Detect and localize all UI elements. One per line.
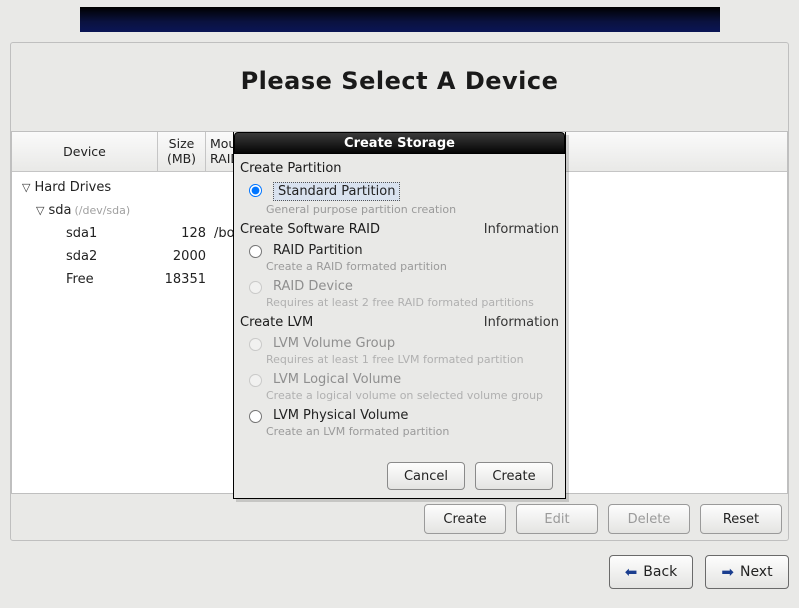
arrow-right-icon: ➡ xyxy=(721,563,734,581)
opt-desc: Create a RAID formated partition xyxy=(266,260,559,273)
option-raid-partition[interactable]: RAID Partition xyxy=(244,243,559,258)
expand-icon[interactable]: ▽ xyxy=(36,204,44,217)
section-label: Create Software RAID xyxy=(240,222,380,237)
radio-lvm-vg xyxy=(249,338,262,351)
dialog-cancel-button[interactable]: Cancel xyxy=(387,462,465,490)
sda-path: (/dev/sda) xyxy=(74,204,130,217)
expand-icon[interactable]: ▽ xyxy=(22,181,30,194)
back-button[interactable]: ⬅ Back xyxy=(609,555,693,589)
opt-desc: Create an LVM formated partition xyxy=(266,425,559,438)
raid-info-link[interactable]: Information xyxy=(484,222,559,237)
dialog-footer: Cancel Create xyxy=(234,454,565,498)
section-label: Create LVM xyxy=(240,315,313,330)
reset-button[interactable]: Reset xyxy=(700,504,782,534)
radio-lvm-pv[interactable] xyxy=(249,410,262,423)
dialog-body: Create Partition Standard Partition Gene… xyxy=(234,155,565,454)
next-label: Next xyxy=(740,564,773,580)
delete-button[interactable]: Delete xyxy=(608,504,690,534)
part-size: 128 xyxy=(164,226,212,241)
arrow-left-icon: ⬅ xyxy=(625,563,638,581)
opt-desc: Requires at least 1 free LVM formated pa… xyxy=(266,353,559,366)
opt-label: LVM Volume Group xyxy=(273,336,395,351)
opt-label: RAID Device xyxy=(273,279,353,294)
col-size-line1: Size xyxy=(169,136,195,151)
part-size: 18351 xyxy=(164,272,212,287)
part-name: Free xyxy=(22,272,164,287)
option-standard-partition[interactable]: Standard Partition xyxy=(244,182,559,201)
col-size-line2: (MB) xyxy=(167,151,196,166)
col-size[interactable]: Size (MB) xyxy=(158,132,206,171)
opt-desc: Create a logical volume on selected volu… xyxy=(266,389,559,402)
section-label: Create Partition xyxy=(240,161,342,176)
option-lvm-pv[interactable]: LVM Physical Volume xyxy=(244,408,559,423)
top-banner xyxy=(80,7,720,32)
nav-bar: ⬅ Back ➡ Next xyxy=(609,555,789,589)
section-create-lvm: Create LVM Information xyxy=(240,315,559,330)
back-label: Back xyxy=(643,564,677,580)
radio-standard-partition[interactable] xyxy=(249,184,262,197)
dialog-title: Create Storage xyxy=(234,132,565,154)
opt-desc: General purpose partition creation xyxy=(266,203,559,216)
next-button[interactable]: ➡ Next xyxy=(705,555,789,589)
opt-desc: Requires at least 2 free RAID formated p… xyxy=(266,296,559,309)
option-lvm-lv: LVM Logical Volume xyxy=(244,372,559,387)
sda-label: sda xyxy=(48,203,71,218)
lvm-info-link[interactable]: Information xyxy=(484,315,559,330)
part-size: 2000 xyxy=(164,249,212,264)
radio-lvm-lv xyxy=(249,374,262,387)
create-storage-dialog: Create Storage Create Partition Standard… xyxy=(233,132,566,499)
edit-button[interactable]: Edit xyxy=(516,504,598,534)
create-button[interactable]: Create xyxy=(424,504,506,534)
opt-label: RAID Partition xyxy=(273,243,363,258)
page-title: Please Select A Device xyxy=(11,67,788,95)
radio-raid-device xyxy=(249,281,262,294)
opt-label: LVM Physical Volume xyxy=(273,408,408,423)
action-bar: Create Edit Delete Reset xyxy=(424,504,782,534)
hard-drives-label: Hard Drives xyxy=(34,180,111,195)
section-create-partition: Create Partition xyxy=(240,161,559,176)
part-name: sda1 xyxy=(22,226,164,241)
option-raid-device: RAID Device xyxy=(244,279,559,294)
col-device[interactable]: Device xyxy=(12,132,158,171)
part-name: sda2 xyxy=(22,249,164,264)
opt-label: LVM Logical Volume xyxy=(273,372,401,387)
option-lvm-vg: LVM Volume Group xyxy=(244,336,559,351)
radio-raid-partition[interactable] xyxy=(249,245,262,258)
opt-label: Standard Partition xyxy=(278,184,395,199)
section-create-raid: Create Software RAID Information xyxy=(240,222,559,237)
dialog-create-button[interactable]: Create xyxy=(475,462,553,490)
